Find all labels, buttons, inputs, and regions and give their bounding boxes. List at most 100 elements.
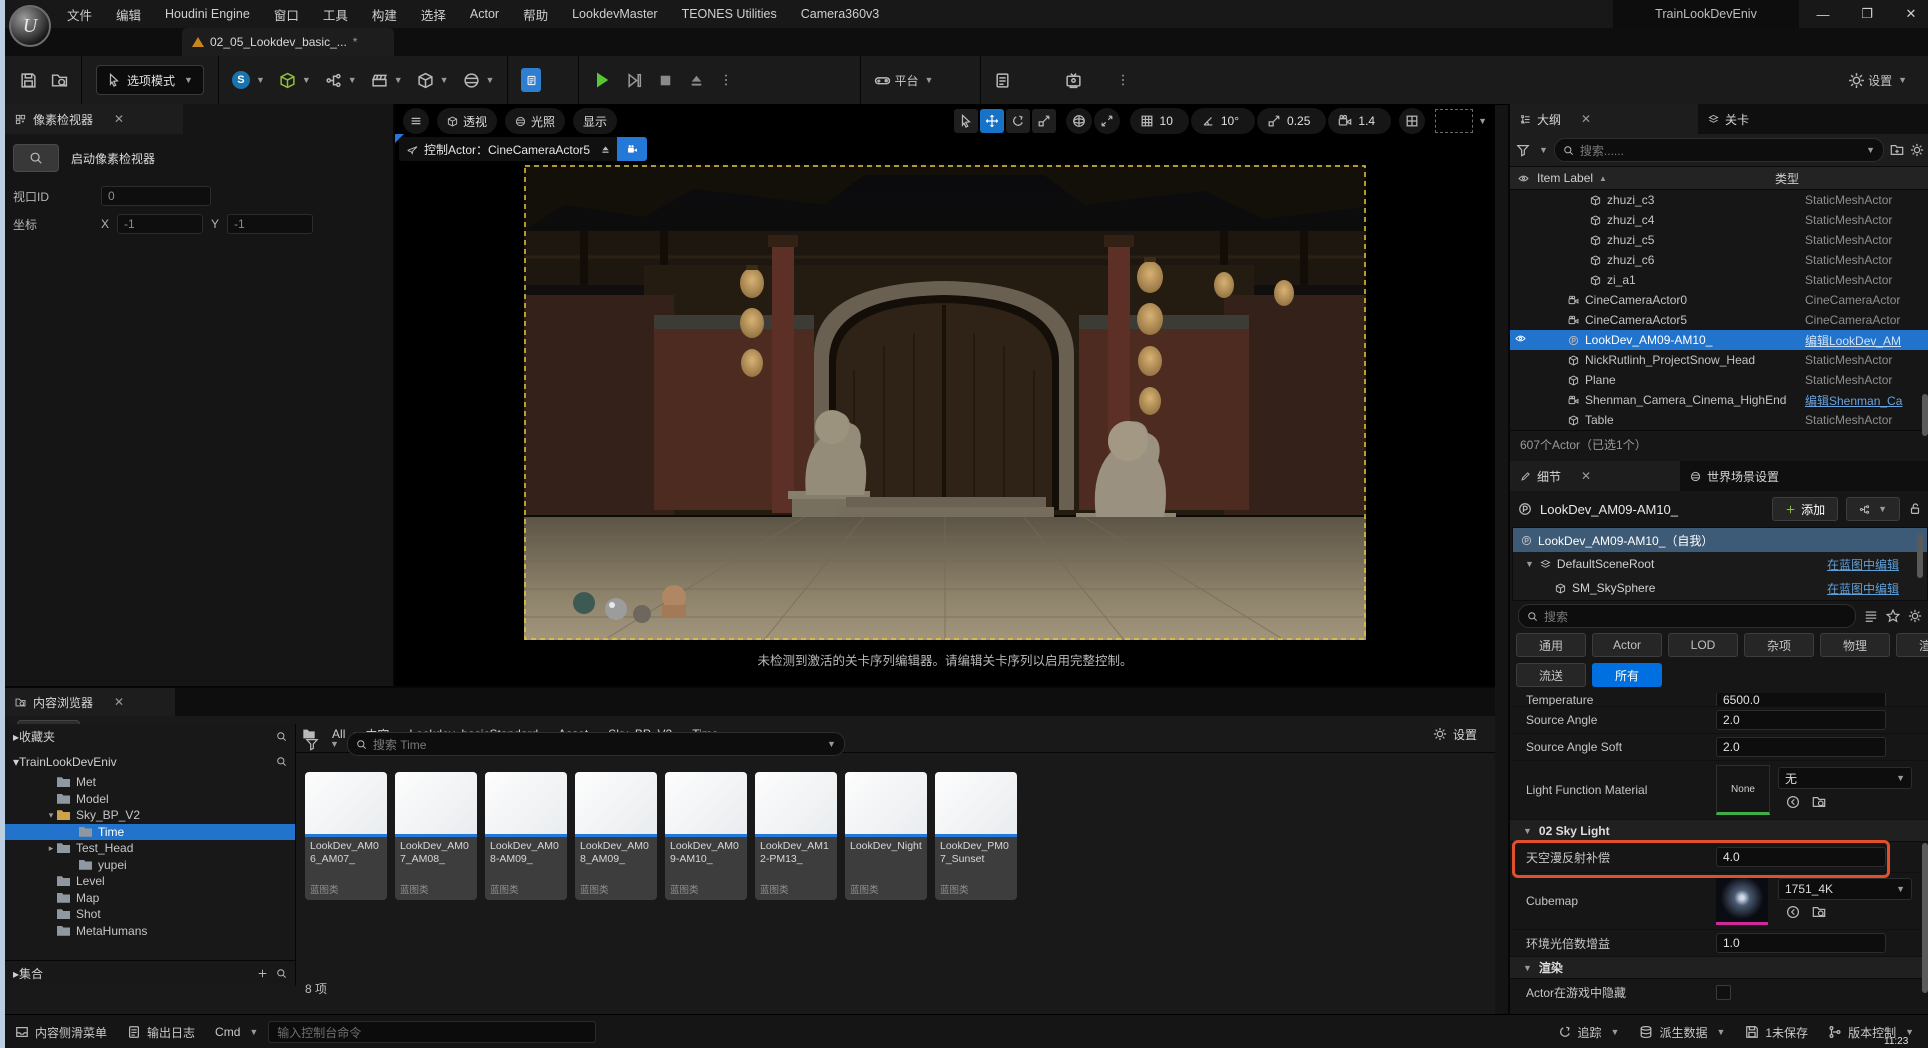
display-options-icon[interactable] [1864,609,1878,623]
outliner-search[interactable]: 搜索...... ▼ [1554,138,1884,162]
viewport[interactable]: 透视 光照 显示 10 10° 0.25 1.4 [395,104,1495,686]
search-icon[interactable] [276,731,287,742]
stop-button[interactable] [650,63,681,97]
search-icon[interactable] [276,756,287,767]
tab-details[interactable]: 细节 ✕ [1510,461,1680,491]
use-selected-icon[interactable] [1786,795,1800,809]
menu-item[interactable]: 编辑 [104,5,153,24]
start-pixel-inspector-button[interactable] [13,144,59,172]
camera-speed-control[interactable]: 1.4 [1328,108,1391,134]
tab-outliner[interactable]: 大纲 ✕ [1510,104,1698,134]
outliner-scrollbar[interactable] [1922,394,1928,436]
show-dropdown[interactable]: 显示 [573,108,617,134]
outliner-row[interactable]: Table StaticMeshActor [1510,410,1928,430]
outliner-row[interactable]: zi_a1 StaticMeshActor [1510,270,1928,290]
light-function-thumbnail[interactable]: None [1716,765,1770,815]
outliner-row[interactable]: LookDev_AM09-AM10_ 编辑LookDev_AM [1510,330,1928,350]
asset-tile[interactable]: LookDev_AM12-PM13_ 蓝图类 [755,772,837,900]
grid-snap-control[interactable]: 10 [1130,108,1189,134]
add-collection-icon[interactable] [257,968,268,979]
details-scrollbar[interactable] [1922,843,1928,993]
add-folder-icon[interactable] [1890,143,1904,157]
play-options-kebab[interactable] [712,63,740,97]
marketplace-dropdown[interactable]: ▼ [410,63,456,97]
folder-tree-item[interactable]: Model [5,791,295,808]
derived-data-dropdown[interactable]: 派生数据▼ [1629,1024,1735,1041]
camera-preview-chevron-icon[interactable]: ▼ [1478,116,1487,126]
details-search[interactable]: 搜索 [1518,604,1856,628]
visibility-column-eye-icon[interactable] [1518,173,1529,184]
section-sky-light[interactable]: ▼02 Sky Light [1510,820,1928,842]
menu-item[interactable]: 构建 [360,5,409,24]
outliner-row[interactable]: Plane StaticMeshActor [1510,370,1928,390]
temperature-field[interactable]: 6500.0 [1716,693,1886,707]
selection-mode-dropdown[interactable]: 选项模式 ▼ [96,65,204,95]
asset-tile[interactable]: LookDev_AM07_AM08_ 蓝图类 [395,772,477,900]
browse-asset-icon[interactable] [1812,795,1826,809]
browse-asset-icon[interactable] [1812,905,1826,919]
minimize-button[interactable]: — [1801,0,1845,28]
outliner-row[interactable]: Shenman_Camera_Cinema_HighEnd 编辑Shenman_… [1510,390,1928,410]
folder-tree-item[interactable]: ▾ Sky_BP_V2 [5,807,295,824]
details-filter-button[interactable]: Actor [1592,633,1662,657]
outliner-row[interactable]: zhuzi_c3 StaticMeshActor [1510,190,1928,210]
environment-dropdown[interactable]: ▼ [456,63,502,97]
menu-item[interactable]: LookdevMaster [560,7,669,21]
menu-item[interactable]: 选择 [409,5,458,24]
sequence-dropdown[interactable]: ▼ [318,63,364,97]
menu-item[interactable]: 工具 [311,5,360,24]
favorites-star-icon[interactable] [1886,609,1900,623]
platforms-dropdown[interactable]: 平台 ▼ [867,63,940,97]
filter-chevron-icon[interactable]: ▼ [1539,145,1548,155]
eye-icon[interactable] [1515,333,1532,347]
content-browser-tab[interactable]: 内容浏览器 ✕ [5,688,175,716]
outliner-row[interactable]: CineCameraActor5 CineCameraActor [1510,310,1928,330]
scale-snap-control[interactable]: 0.25 [1257,108,1326,134]
outliner-settings-gear-icon[interactable] [1910,143,1924,157]
view-mode-dropdown[interactable]: 光照 [505,108,565,134]
cubemap-combo[interactable]: 1751_4K▼ [1778,878,1912,900]
outliner-row[interactable]: zhuzi_c5 StaticMeshActor [1510,230,1928,250]
cinematics-dropdown[interactable]: ▼ [364,63,410,97]
pixel-inspector-tab[interactable]: 像素检视器 ✕ [5,104,183,134]
details-filter-button[interactable]: 杂项 [1744,633,1814,657]
menu-item[interactable]: 帮助 [511,5,560,24]
hidden-in-game-checkbox[interactable] [1716,985,1731,1000]
source-angle-field[interactable]: 2.0 [1716,710,1886,730]
folder-tree-item[interactable]: MetaHumans [5,923,295,940]
device-output-button[interactable] [1058,63,1089,97]
pilot-actor-bar[interactable]: 控制Actor：CineCameraActor5 [399,137,647,161]
asset-tile[interactable]: LookDev_AM06_AM07_ 蓝图类 [305,772,387,900]
pilot-camera-toggle[interactable] [617,137,647,161]
output-log-button[interactable]: 输出日志 [117,1024,205,1041]
select-tool-button[interactable] [954,109,978,133]
coordinate-y-field[interactable] [227,214,313,234]
collections-section[interactable]: ▸集合 [5,960,295,986]
folder-tree-item[interactable]: Time [5,824,295,841]
scale-tool-button[interactable] [1032,109,1056,133]
close-icon[interactable]: ✕ [1581,112,1591,126]
details-filter-button[interactable]: 通用 [1516,633,1586,657]
unsaved-count-button[interactable]: 1未保存 [1735,1024,1818,1041]
edit-in-blueprint-link[interactable]: 在蓝图中编辑 [1827,580,1899,597]
use-selected-icon[interactable] [1786,905,1800,919]
details-filter-button[interactable]: 流送 [1516,663,1586,687]
folder-tree-item[interactable]: ▸ Test_Head [5,840,295,857]
component-list-dropdown[interactable]: ▼ [1846,497,1900,521]
console-input[interactable]: 输入控制台命令 [268,1021,596,1043]
edit-in-blueprint-link[interactable]: 在蓝图中编辑 [1827,556,1899,573]
quad-view-button[interactable] [1399,108,1425,134]
editor-utility-button[interactable] [514,63,548,97]
surface-snapping-button[interactable] [1094,108,1120,134]
details-filter-button[interactable]: 渲染 [1896,633,1928,657]
close-icon[interactable]: ✕ [114,112,124,126]
asset-tile[interactable]: LookDev_AM08_AM09_ 蓝图类 [575,772,657,900]
save-button[interactable] [13,63,44,97]
folder-tree-item[interactable]: Map [5,890,295,907]
tab-world-settings[interactable]: 世界场景设置 [1680,461,1789,491]
filter-chevron-icon[interactable]: ▼ [330,739,339,749]
camera-preview-thumbnail[interactable] [1435,109,1473,133]
asset-tile[interactable]: LookDev_Night 蓝图类 [845,772,927,900]
component-tree-scrollbar[interactable] [1917,534,1923,578]
cubemap-thumbnail[interactable] [1716,878,1768,925]
